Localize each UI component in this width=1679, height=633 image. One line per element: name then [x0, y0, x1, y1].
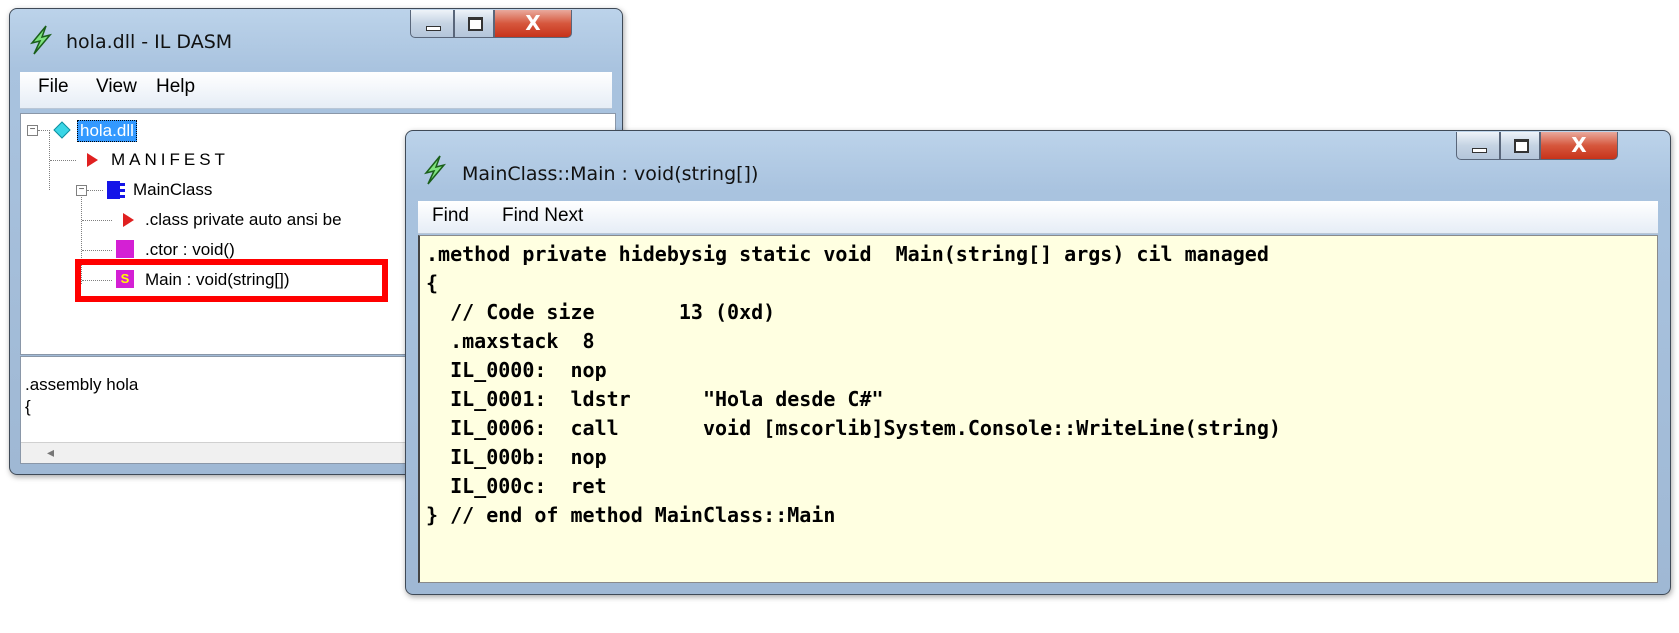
app-lightning-icon — [423, 155, 447, 185]
minimize-icon — [1472, 148, 1487, 153]
menu-find-next[interactable]: Find Next — [502, 205, 583, 227]
code-line: // Code size 13 (0xd) — [426, 300, 776, 324]
tree-connector — [38, 130, 50, 131]
menu-help[interactable]: Help — [156, 76, 195, 98]
code-line: { — [426, 271, 439, 295]
menu-bar: Find Find Next — [418, 201, 1658, 234]
collapse-icon[interactable]: − — [76, 185, 87, 196]
tree-label-manifest: MANIFEST — [111, 150, 229, 169]
window-title: hola.dll - IL DASM — [66, 31, 233, 53]
code-line: IL_000b: nop — [426, 445, 607, 469]
tree-label-mainclass: MainClass — [133, 180, 213, 199]
tree-label-ctor: .ctor : void() — [145, 240, 235, 259]
scroll-left-icon[interactable]: ◂ — [47, 444, 54, 461]
method-disassembly-window: MainClass::Main : void(string[]) X Find … — [405, 130, 1671, 595]
code-line: .method private hidebysig static void Ma… — [426, 242, 1269, 266]
menu-find[interactable]: Find — [432, 205, 469, 227]
app-lightning-icon — [29, 25, 53, 55]
tree-connector — [82, 250, 112, 251]
code-line: IL_0001: ldstr "Hola desde C#" — [426, 387, 884, 411]
tree-connector — [82, 220, 112, 221]
close-button[interactable]: X — [1540, 132, 1618, 160]
menu-bar: File View Help — [20, 72, 612, 109]
manifest-triangle-icon — [123, 213, 134, 227]
class-icon — [107, 181, 125, 199]
collapse-icon[interactable]: − — [27, 125, 38, 136]
maximize-button[interactable] — [1500, 132, 1540, 160]
minimize-button[interactable] — [410, 10, 454, 38]
maximize-button[interactable] — [454, 10, 494, 38]
code-line: IL_0000: nop — [426, 358, 607, 382]
minimize-icon — [426, 26, 441, 31]
close-button[interactable]: X — [494, 10, 572, 38]
code-line: } // end of method MainClass::Main — [426, 503, 836, 527]
maximize-icon — [468, 17, 483, 31]
highlight-annotation — [75, 259, 388, 302]
info-line: .assembly hola — [25, 375, 139, 394]
tree-label-root: hola.dll — [77, 120, 137, 142]
close-icon: X — [525, 11, 541, 35]
code-line: IL_000c: ret — [426, 474, 607, 498]
title-bar[interactable]: MainClass::Main : void(string[]) X — [406, 131, 1670, 189]
title-bar[interactable]: hola.dll - IL DASM X — [10, 9, 622, 67]
assembly-diamond-icon — [53, 121, 71, 139]
il-code-view[interactable]: .method private hidebysig static void Ma… — [418, 235, 1658, 583]
window-title: MainClass::Main : void(string[]) — [462, 163, 759, 185]
method-icon — [116, 240, 134, 258]
close-icon: X — [1571, 133, 1587, 157]
tree-label-class-decl: .class private auto ansi be — [145, 210, 342, 229]
tree-connector — [87, 190, 103, 191]
maximize-icon — [1514, 139, 1529, 153]
code-line: IL_0006: call void [mscorlib]System.Cons… — [426, 416, 1281, 440]
tree-connector — [50, 160, 76, 161]
info-line: { — [25, 397, 31, 416]
code-line: .maxstack 8 — [426, 329, 595, 353]
menu-view[interactable]: View — [96, 76, 137, 98]
minimize-button[interactable] — [1456, 132, 1500, 160]
manifest-triangle-icon — [87, 153, 98, 167]
menu-file[interactable]: File — [38, 76, 69, 98]
